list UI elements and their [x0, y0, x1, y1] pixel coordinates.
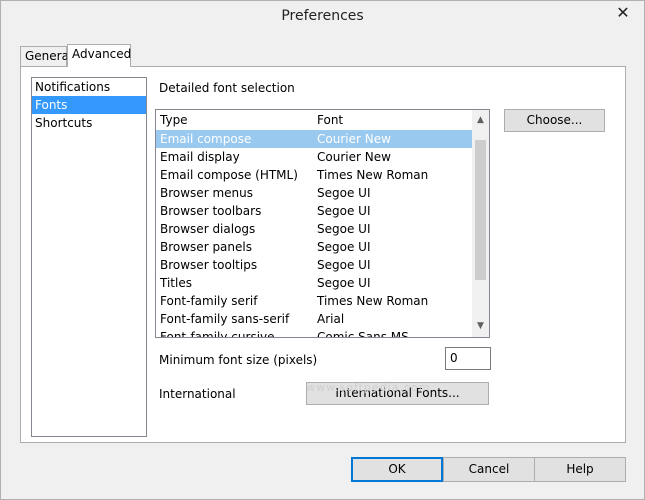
choose-button[interactable]: Choose... [504, 109, 605, 132]
category-list[interactable]: Notifications Fonts Shortcuts [31, 77, 147, 437]
window-title: Preferences [281, 8, 364, 24]
table-row[interactable]: Font-family sans-serif Arial [156, 310, 489, 328]
table-row[interactable]: Browser panels Segoe UI [156, 238, 489, 256]
row-font: Comic Sans MS [317, 330, 409, 338]
table-row[interactable]: Titles Segoe UI [156, 274, 489, 292]
row-font: Courier New [317, 150, 391, 164]
section-label: Detailed font selection [159, 81, 295, 95]
row-font: Times New Roman [317, 168, 429, 182]
column-header-font[interactable]: Font [317, 110, 343, 130]
table-row[interactable]: Email compose Courier New [156, 130, 489, 148]
title-bar[interactable]: Preferences ✕ [1, 1, 644, 31]
sidebar-item-fonts[interactable]: Fonts [32, 96, 146, 114]
vertical-scrollbar[interactable]: ▲ ▼ [472, 110, 489, 337]
row-font: Segoe UI [317, 204, 371, 218]
table-row[interactable]: Font-family cursive Comic Sans MS [156, 328, 489, 338]
table-row[interactable]: Email compose (HTML) Times New Roman [156, 166, 489, 184]
tab-general[interactable]: General [20, 46, 72, 66]
watermark: www.softpedia.com [306, 381, 431, 394]
sidebar-item-notifications[interactable]: Notifications [32, 78, 146, 96]
row-font: Segoe UI [317, 222, 371, 236]
cancel-button[interactable]: Cancel [443, 457, 535, 482]
row-type: Email display [160, 150, 240, 164]
row-type: Titles [160, 276, 192, 290]
font-table[interactable]: Type Font Email compose Courier New Emai… [155, 109, 490, 338]
chevron-up-icon[interactable]: ▲ [472, 112, 489, 129]
sidebar-item-shortcuts[interactable]: Shortcuts [32, 114, 146, 132]
preferences-window: Preferences ✕ General Advanced Notificat… [0, 0, 645, 500]
column-header-type[interactable]: Type [160, 110, 188, 130]
help-button[interactable]: Help [534, 457, 626, 482]
row-font: Segoe UI [317, 186, 371, 200]
scroll-thumb[interactable] [475, 140, 486, 280]
table-header: Type Font [156, 110, 489, 130]
min-font-size-label: Minimum font size (pixels) [159, 353, 318, 367]
close-icon[interactable]: ✕ [608, 3, 638, 23]
row-type: Font-family serif [160, 294, 258, 308]
international-label: International [159, 387, 236, 401]
row-font: Arial [317, 312, 345, 326]
row-type: Browser dialogs [160, 222, 256, 236]
table-row[interactable]: Browser toolbars Segoe UI [156, 202, 489, 220]
row-type: Browser toolbars [160, 204, 262, 218]
row-type: Email compose [160, 132, 252, 146]
row-font: Times New Roman [317, 294, 429, 308]
ok-button[interactable]: OK [351, 457, 443, 482]
row-font: Segoe UI [317, 276, 371, 290]
row-font: Segoe UI [317, 240, 371, 254]
row-font: Courier New [317, 132, 391, 146]
table-row[interactable]: Browser tooltips Segoe UI [156, 256, 489, 274]
row-type: Browser menus [160, 186, 253, 200]
table-row[interactable]: Browser menus Segoe UI [156, 184, 489, 202]
row-type: Email compose (HTML) [160, 168, 298, 182]
row-type: Font-family sans-serif [160, 312, 290, 326]
row-type: Browser panels [160, 240, 252, 254]
chevron-down-icon[interactable]: ▼ [472, 318, 489, 335]
table-row[interactable]: Browser dialogs Segoe UI [156, 220, 489, 238]
row-font: Segoe UI [317, 258, 371, 272]
min-font-size-input[interactable]: 0 [445, 347, 491, 370]
row-type: Browser tooltips [160, 258, 258, 272]
table-row[interactable]: Email display Courier New [156, 148, 489, 166]
row-type: Font-family cursive [160, 330, 275, 338]
tab-advanced[interactable]: Advanced [67, 44, 131, 67]
table-row[interactable]: Font-family serif Times New Roman [156, 292, 489, 310]
